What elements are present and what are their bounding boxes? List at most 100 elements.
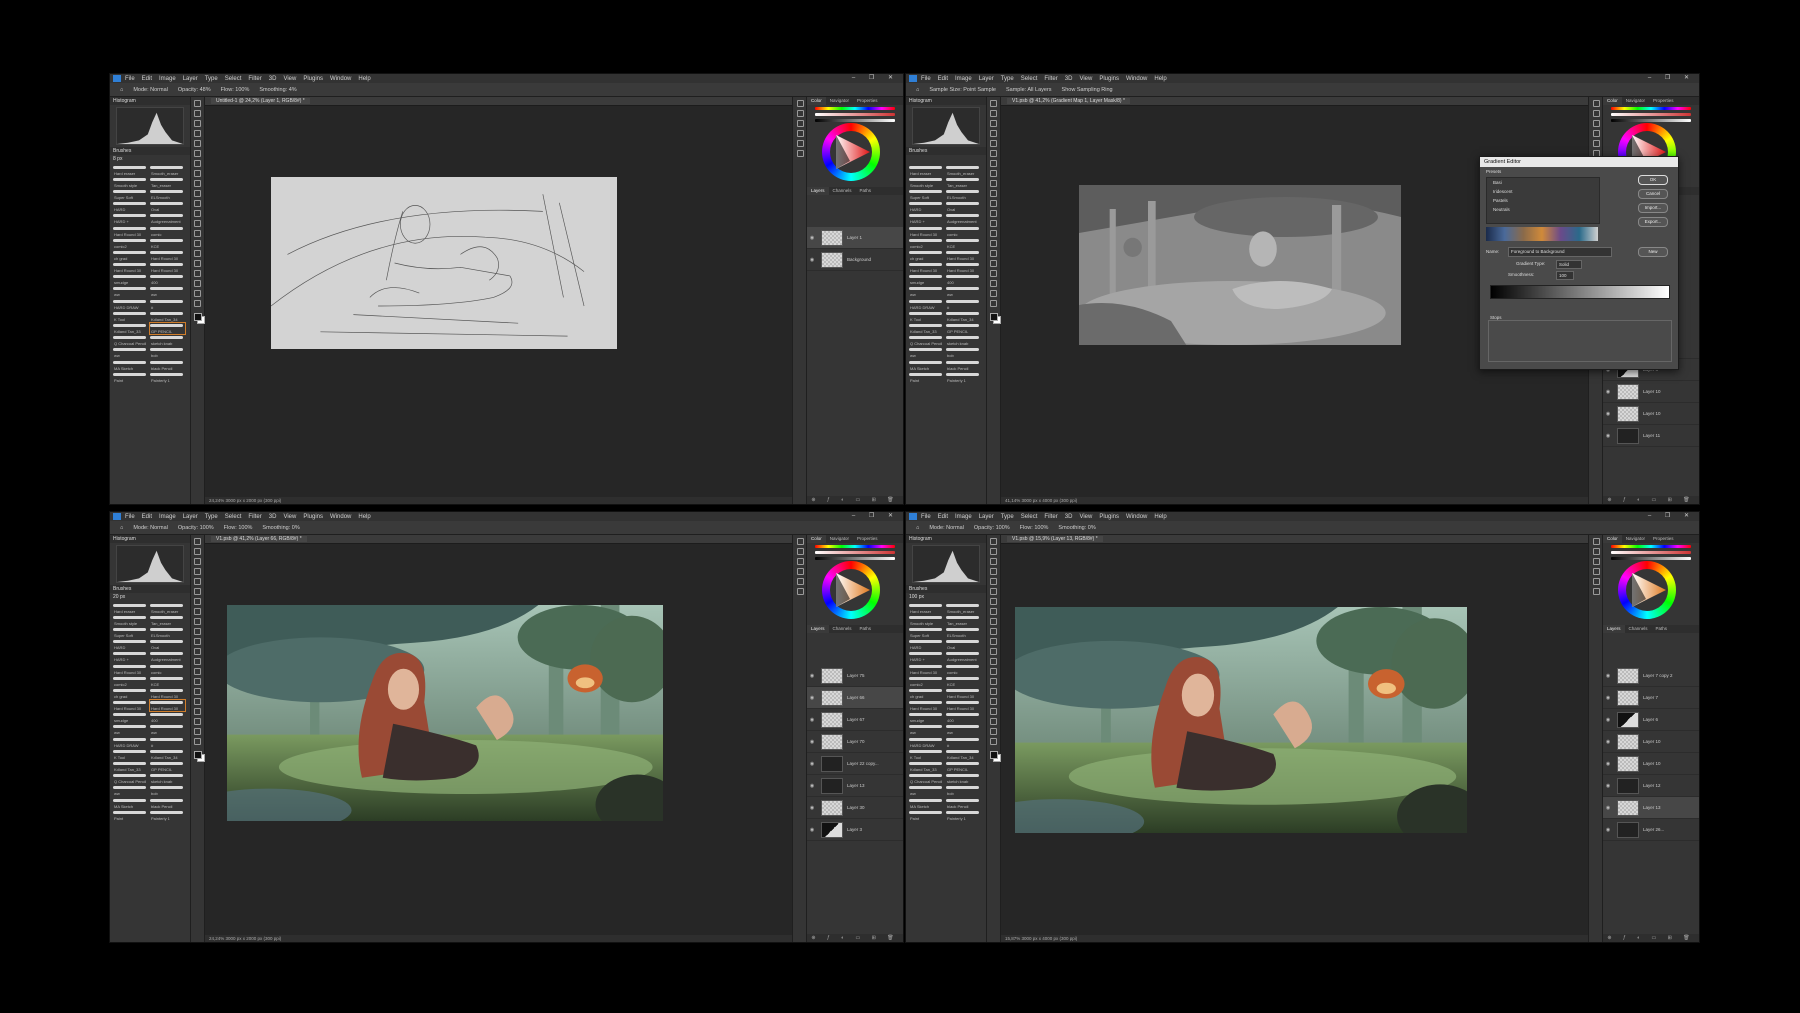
brush-preset[interactable]: #: [946, 299, 981, 310]
quick-select-tool-icon[interactable]: [194, 568, 201, 575]
brush-preset[interactable]: Q Charcoal Pencil: [909, 335, 944, 346]
brush-preset[interactable]: HARD: [909, 639, 944, 650]
menu-3d[interactable]: 3D: [1065, 76, 1073, 82]
history-icon[interactable]: [796, 100, 804, 107]
brush-preset[interactable]: Hard Round 30: [150, 262, 185, 273]
brush-preset[interactable]: KCE: [150, 676, 185, 687]
brush-preset[interactable]: Kdland Tan_34: [150, 311, 185, 322]
option-field[interactable]: Opacity: 48%: [178, 87, 211, 93]
brush-preset[interactable]: Q Charcoal Pencil: [113, 773, 148, 784]
menu-select[interactable]: Select: [225, 514, 242, 520]
visibility-eye-icon[interactable]: ◉: [1603, 783, 1613, 789]
layer-row[interactable]: ◉ Layer 67: [807, 709, 903, 731]
menu-layer[interactable]: Layer: [979, 76, 994, 82]
layer-row[interactable]: ◉ Layer 3: [807, 819, 903, 841]
brush-preset[interactable]: Q Charcoal Pencil: [909, 773, 944, 784]
brush-preset[interactable]: bob: [946, 785, 981, 796]
layer-name[interactable]: Layer 26...: [1643, 827, 1664, 832]
history-icon[interactable]: [796, 538, 804, 545]
brush-preset[interactable]: ELSmooth: [946, 189, 981, 200]
brush-size-field[interactable]: 8 px: [110, 155, 190, 163]
brush-preset[interactable]: GP PENCIL: [150, 761, 185, 772]
crop-tool-icon[interactable]: [990, 140, 997, 147]
foreground-color-swatch[interactable]: [193, 751, 202, 759]
brush-preset[interactable]: HARD +: [113, 651, 148, 662]
layer-name[interactable]: Layer 30: [847, 805, 865, 810]
brush-preset[interactable]: MA Sketch: [113, 360, 148, 371]
menu-type[interactable]: Type: [205, 76, 218, 82]
brush-preset[interactable]: HARD DRAW: [113, 299, 148, 310]
actions-icon[interactable]: [796, 548, 804, 555]
brush-preset[interactable]: comic: [946, 664, 981, 675]
tab-paths[interactable]: Paths: [856, 187, 876, 195]
tab-layers[interactable]: Layers: [1603, 625, 1625, 633]
color-slider[interactable]: [815, 551, 895, 554]
menu-window[interactable]: Window: [330, 514, 351, 520]
brush-preset[interactable]: Painterly 1: [946, 810, 981, 821]
brush-preset[interactable]: Oval: [946, 639, 981, 650]
brush-preset[interactable]: 400: [150, 712, 185, 723]
brush-preset[interactable]: Kdland Tan_34: [150, 749, 185, 760]
layer-row[interactable]: ◉ Layer 30: [807, 797, 903, 819]
hand-tool-icon[interactable]: [990, 290, 997, 297]
menu-filter[interactable]: Filter: [248, 76, 261, 82]
document-tab[interactable]: V1.psb @ 41,2% (Gradient Map 1, Layer Ma…: [1007, 98, 1130, 104]
brush-preset[interactable]: KCE: [150, 238, 185, 249]
menu-image[interactable]: Image: [955, 514, 972, 520]
brush-preset[interactable]: MA Sketch: [909, 798, 944, 809]
layer-name[interactable]: Layer 11: [1643, 433, 1660, 438]
brush-preset[interactable]: ch grad: [909, 688, 944, 699]
layer-name[interactable]: Layer 13: [847, 783, 865, 788]
layer-row[interactable]: ◉ Layer 66: [807, 687, 903, 709]
brush-preset[interactable]: Smooth_eraser: [946, 165, 981, 176]
frame-tool-icon[interactable]: [990, 150, 997, 157]
brush-preset[interactable]: Painterly 1: [150, 372, 185, 383]
brush-preset[interactable]: Audgreenatment: [150, 651, 185, 662]
visibility-eye-icon[interactable]: ◉: [1603, 389, 1613, 395]
color-slider[interactable]: [815, 545, 895, 548]
type-tool-icon[interactable]: [194, 698, 201, 705]
visibility-eye-icon[interactable]: ◉: [807, 827, 817, 833]
option-field[interactable]: Sample: All Layers: [1006, 87, 1052, 93]
brush-preset[interactable]: HARD: [113, 201, 148, 212]
visibility-eye-icon[interactable]: ◉: [1603, 827, 1613, 833]
home-icon[interactable]: ⌂: [120, 87, 123, 93]
brush-preset[interactable]: K Tool: [113, 749, 148, 760]
color-slider[interactable]: [815, 119, 895, 122]
document-tab[interactable]: V1.psb @ 15,9% (Layer 13, RGB/8#) *: [1007, 536, 1103, 542]
menu-layer[interactable]: Layer: [183, 76, 198, 82]
eyedropper-tool-icon[interactable]: [194, 598, 201, 605]
brush-preset[interactable]: bob: [946, 347, 981, 358]
brush-preset[interactable]: Tan_eraser: [946, 615, 981, 626]
brush-preset[interactable]: Q Charcoal Pencil: [113, 335, 148, 346]
brush-preset[interactable]: smudge: [113, 712, 148, 723]
rectangle-tool-icon[interactable]: [194, 718, 201, 725]
history-brush-tool-icon[interactable]: [194, 638, 201, 645]
hand-tool-icon[interactable]: [194, 728, 201, 735]
brush-preset[interactable]: ch grad: [113, 688, 148, 699]
option-field[interactable]: Sample Size: Point Sample: [929, 87, 996, 93]
brush-preset[interactable]: Hard Round 30: [113, 664, 148, 675]
artwork-canvas[interactable]: [227, 605, 663, 821]
brush-preset[interactable]: Super Soft: [909, 627, 944, 638]
layer-row[interactable]: ◉ Layer 10: [1603, 731, 1699, 753]
lasso-tool-icon[interactable]: [194, 120, 201, 127]
tab-navigator[interactable]: Navigator: [826, 97, 853, 105]
brush-preset[interactable]: ch grad: [909, 250, 944, 261]
brush-preset[interactable]: K Tool: [909, 311, 944, 322]
healing-tool-icon[interactable]: [990, 608, 997, 615]
layer-name[interactable]: Layer 67: [847, 717, 865, 722]
menu-file[interactable]: File: [921, 514, 931, 520]
actions-icon[interactable]: [796, 110, 804, 117]
healing-tool-icon[interactable]: [194, 608, 201, 615]
option-field[interactable]: Flow: 100%: [1020, 525, 1049, 531]
eyedropper-tool-icon[interactable]: [194, 160, 201, 167]
menu-3d[interactable]: 3D: [1065, 514, 1073, 520]
tab-color[interactable]: Color: [807, 97, 826, 105]
layer-name[interactable]: Layer 1: [847, 235, 862, 240]
option-field[interactable]: Show Sampling Ring: [1062, 87, 1113, 93]
brush-preset[interactable]: HARD: [113, 639, 148, 650]
hand-tool-icon[interactable]: [990, 728, 997, 735]
stamp-tool-icon[interactable]: [990, 628, 997, 635]
brush-preset[interactable]: Hard Round 30: [946, 250, 981, 261]
